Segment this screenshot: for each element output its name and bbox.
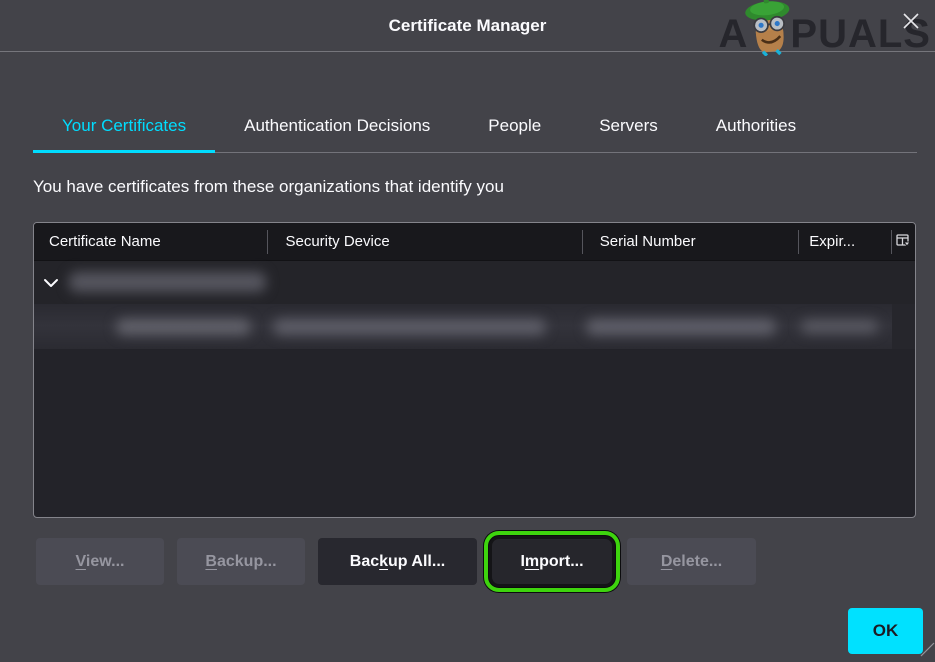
title-bar: Certificate Manager — [0, 0, 935, 52]
ok-button[interactable]: OK — [848, 608, 923, 654]
view-button[interactable]: View... — [36, 538, 164, 585]
column-header-serial-number[interactable]: Serial Number — [583, 223, 800, 261]
close-button[interactable] — [895, 8, 927, 38]
close-icon — [900, 10, 922, 37]
redacted-serial-number — [586, 319, 776, 335]
certificate-manager-dialog: Certificate Manager A PUALS Your Certifi… — [0, 0, 935, 662]
import-button-highlight: Import... — [484, 531, 620, 592]
tab-people[interactable]: People — [459, 100, 570, 153]
redacted-security-device — [273, 319, 546, 335]
redacted-certificate-name — [116, 319, 251, 335]
tab-your-certificates[interactable]: Your Certificates — [33, 100, 216, 153]
resize-grip[interactable] — [920, 642, 935, 662]
column-header-certificate-name[interactable]: Certificate Name — [34, 223, 269, 261]
column-picker-button[interactable] — [892, 223, 915, 261]
redacted-organization-name — [69, 272, 266, 292]
chevron-down-icon[interactable] — [43, 275, 59, 293]
table-row-certificate[interactable] — [34, 304, 915, 349]
column-picker-icon — [896, 224, 912, 261]
tab-authentication-decisions[interactable]: Authentication Decisions — [215, 100, 459, 153]
column-header-expires[interactable]: Expir... — [799, 223, 892, 261]
delete-button[interactable]: Delete... — [627, 538, 756, 585]
certificates-table: Certificate Name Security Device Serial … — [33, 222, 916, 518]
column-header-security-device[interactable]: Security Device — [268, 223, 583, 261]
dialog-title: Certificate Manager — [388, 16, 547, 35]
import-button[interactable]: Import... — [492, 539, 612, 584]
backup-all-button[interactable]: Backup All... — [318, 538, 477, 585]
tab-servers[interactable]: Servers — [570, 100, 687, 153]
backup-button[interactable]: Backup... — [177, 538, 305, 585]
tab-strip: Your Certificates Authentication Decisio… — [33, 100, 917, 153]
table-row-organization[interactable] — [34, 261, 915, 304]
tab-authorities[interactable]: Authorities — [687, 100, 825, 153]
redacted-expiry-date — [801, 320, 878, 333]
description-text: You have certificates from these organiz… — [33, 177, 504, 196]
table-header: Certificate Name Security Device Serial … — [34, 223, 915, 261]
